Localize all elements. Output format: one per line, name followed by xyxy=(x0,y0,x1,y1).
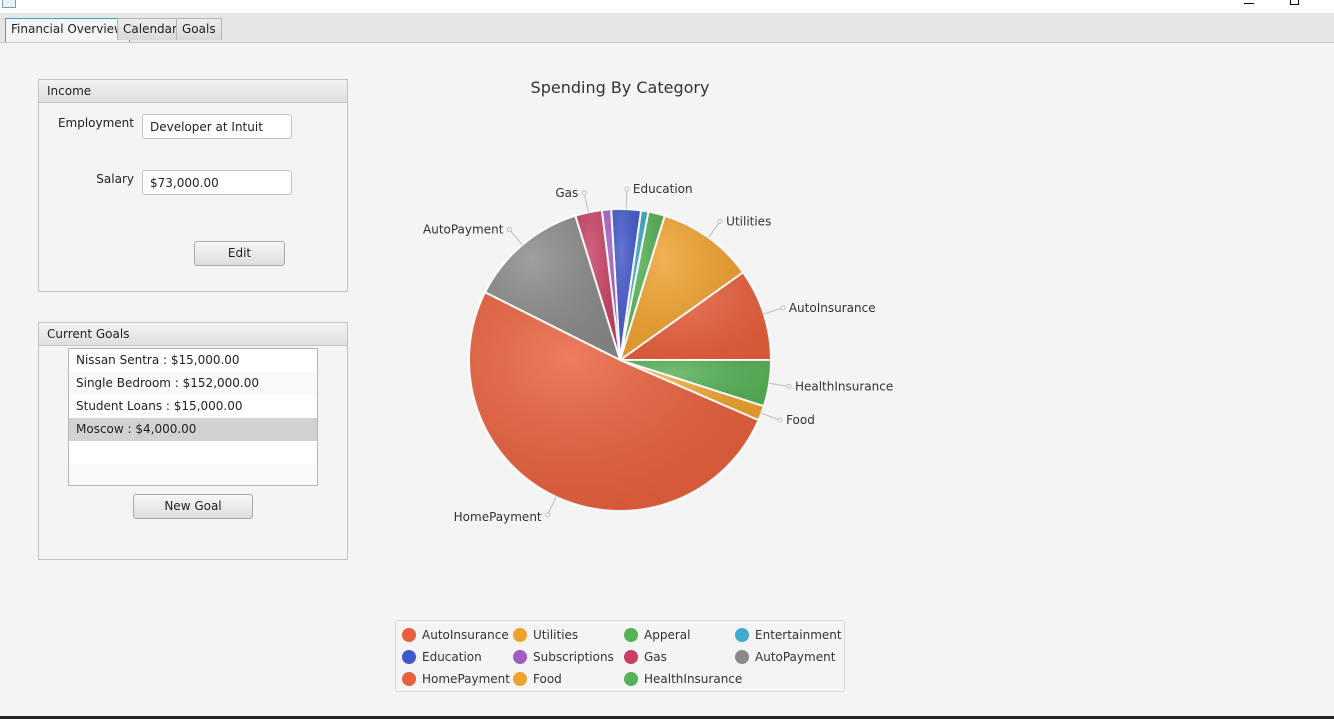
legend-label: HomePayment xyxy=(422,672,510,686)
legend-swatch xyxy=(513,650,527,664)
pie-label-gas: Gas xyxy=(555,186,578,200)
legend-label: AutoPayment xyxy=(755,650,836,664)
legend-swatch xyxy=(402,628,416,642)
legend-label: Utilities xyxy=(533,628,579,642)
legend-swatch xyxy=(624,628,638,642)
legend-label: Food xyxy=(533,672,562,686)
pie-label-home-payment: HomePayment xyxy=(454,510,542,524)
legend-label: Entertainment xyxy=(755,628,842,642)
legend-swatch xyxy=(402,650,416,664)
pie-label-dot xyxy=(506,227,512,233)
legend-label: Apperal xyxy=(644,628,691,642)
legend-swatch xyxy=(624,672,638,686)
pie-label-line xyxy=(625,189,628,210)
legend-swatch xyxy=(513,628,527,642)
pie-label-line xyxy=(769,382,790,387)
pie-label-dot xyxy=(624,186,630,192)
legend-label: AutoInsurance xyxy=(422,628,509,642)
pie-label-education: Education xyxy=(633,182,693,196)
legend-label: Education xyxy=(422,650,482,664)
spending-pie-chart: AutoInsurance Utilities Education Gas AutoPa… xyxy=(423,182,893,524)
pie-label-line xyxy=(763,307,784,315)
pie-label-line xyxy=(583,192,589,213)
pie-label-dot xyxy=(777,417,783,423)
legend-swatch xyxy=(735,650,749,664)
pie-label-line xyxy=(708,221,721,238)
pie-label-food: Food xyxy=(786,413,815,427)
pie-label-auto-insurance: AutoInsurance xyxy=(789,301,876,315)
pie-label-health-insurance: HealthInsurance xyxy=(795,379,893,393)
legend-label: HealthInsurance xyxy=(644,672,743,686)
pie-label-line xyxy=(547,496,557,516)
chart-legend: AutoInsurance Utilities Apperal Entertainme… xyxy=(395,620,845,692)
legend-swatch xyxy=(735,628,749,642)
legend-label: Subscriptions xyxy=(533,650,614,664)
legend-label: Gas xyxy=(644,650,667,664)
pie-label-line xyxy=(509,229,523,246)
pie-label-dot xyxy=(717,218,723,224)
pie-label-auto-payment: AutoPayment xyxy=(423,223,504,237)
pie-label-dot xyxy=(581,190,587,196)
pie-label-dot xyxy=(545,512,551,518)
pie-label-dot xyxy=(780,305,786,311)
legend-swatch xyxy=(402,672,416,686)
legend-swatch xyxy=(513,672,527,686)
pie-label-utilities: Utilities xyxy=(726,214,771,228)
pie-label-dot xyxy=(786,383,792,389)
pie-label-line xyxy=(761,412,781,421)
legend-swatch xyxy=(624,650,638,664)
